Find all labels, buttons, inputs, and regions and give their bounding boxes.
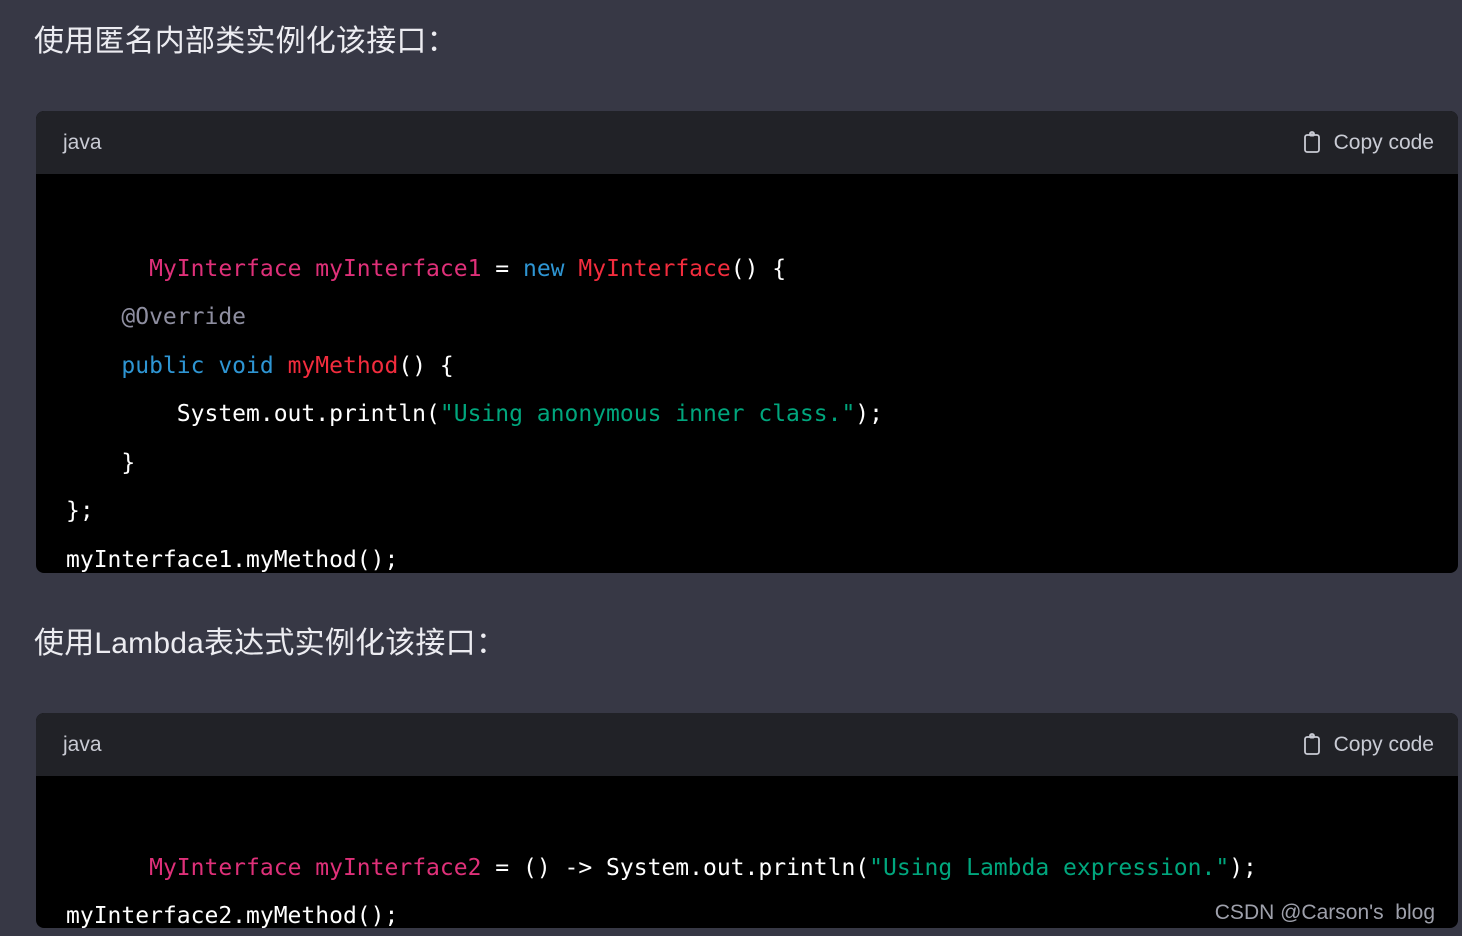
code-language-label: java: [63, 732, 102, 756]
clipboard-icon: [1303, 131, 1324, 154]
code-line: MyInterface myInterface1 = new MyInterfa…: [149, 256, 786, 282]
code-token: );: [855, 401, 883, 427]
code-token: = () -> System.out.println(: [481, 855, 870, 881]
code-token: @Override: [121, 304, 247, 330]
code-token: MyInterface myInterface2: [149, 855, 482, 881]
code-token: myInterface2.myMethod();: [66, 903, 399, 928]
code-token: myMethod: [287, 352, 399, 379]
code-token: }: [66, 449, 136, 476]
code-token: MyInterface: [578, 255, 731, 282]
copy-code-label: Copy code: [1333, 130, 1434, 154]
code-line: public void myMethod() {: [66, 352, 454, 379]
code-token: "Using anonymous inner class.": [439, 401, 856, 427]
code-line: @Override: [66, 304, 246, 330]
code-line: MyInterface myInterface2 = () -> System.…: [149, 855, 1257, 881]
code-token: () {: [398, 352, 454, 379]
code-token: };: [66, 498, 94, 524]
code-lines: MyInterface myInterface2 = () -> System.…: [66, 855, 1257, 928]
code-block-lambda: java Copy code MyInterface myInterface2 …: [36, 713, 1458, 928]
code-token: public void: [121, 352, 274, 379]
code-token: System.out.println(: [66, 401, 440, 427]
code-content-anonymous-inner-class[interactable]: MyInterface myInterface1 = new MyInterfa…: [36, 174, 1458, 573]
section-heading-lambda: 使用Lambda表达式实例化该接口：: [34, 627, 507, 660]
code-line: myInterface2.myMethod();: [66, 903, 398, 928]
copy-code-button[interactable]: Copy code: [1303, 733, 1434, 757]
code-token: =: [481, 255, 523, 282]
section-heading-anonymous-inner-class: 使用匿名内部类实例化该接口：: [34, 25, 457, 58]
code-token: "Using Lambda expression.": [869, 855, 1230, 881]
code-line: };: [66, 498, 94, 524]
code-token: () {: [730, 255, 787, 282]
code-lines: MyInterface myInterface1 = new MyInterfa…: [66, 256, 883, 573]
code-token: );: [1229, 855, 1257, 881]
code-line: myInterface1.myMethod();: [66, 547, 398, 573]
code-language-label: java: [63, 130, 102, 154]
clipboard-icon: [1303, 733, 1324, 756]
page-root: 使用匿名内部类实例化该接口： java Copy code MyInterfac…: [0, 0, 1462, 936]
code-token: myInterface1.myMethod();: [66, 546, 399, 573]
code-content-lambda[interactable]: MyInterface myInterface2 = () -> System.…: [36, 776, 1458, 928]
copy-code-label: Copy code: [1333, 732, 1434, 756]
code-line: }: [66, 450, 135, 476]
code-line: System.out.println("Using anonymous inne…: [66, 401, 883, 427]
code-block-header: java Copy code: [36, 713, 1458, 776]
copy-code-button[interactable]: Copy code: [1303, 131, 1434, 155]
code-block-anonymous-inner-class: java Copy code MyInterface myInterface1 …: [36, 111, 1458, 573]
code-token: MyInterface myInterface1: [149, 255, 482, 282]
code-token: new: [522, 255, 565, 282]
code-block-header: java Copy code: [36, 111, 1458, 174]
